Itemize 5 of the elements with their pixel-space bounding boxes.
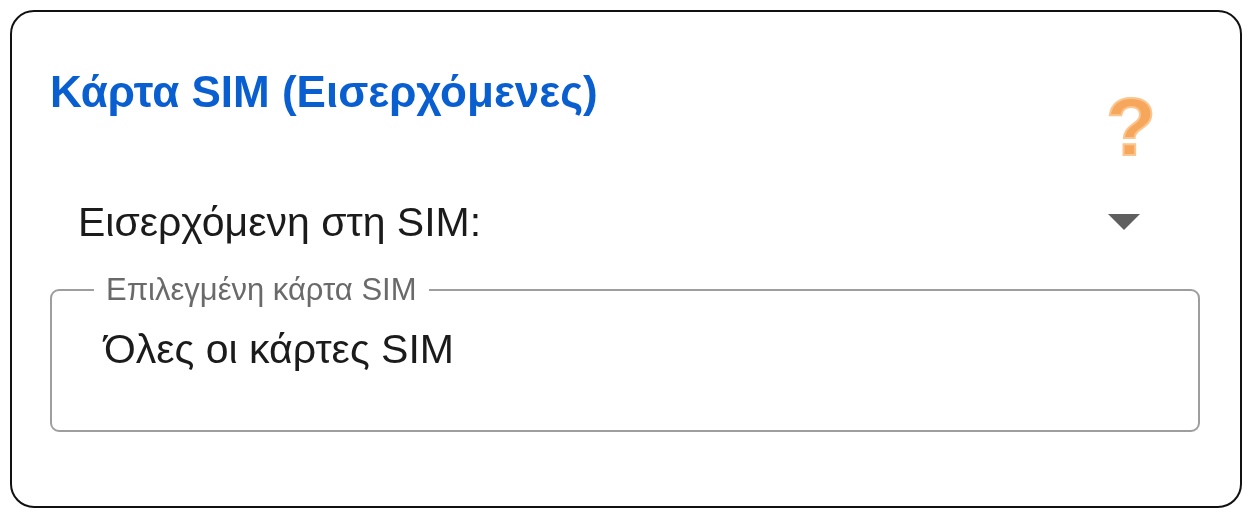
sim-dropdown[interactable]: Εισερχόμενη στη SIM: <box>78 182 1140 262</box>
card-title: Κάρτα SIM (Εισερχόμενες) <box>50 66 598 118</box>
field-label: Επιλεγμένη κάρτα SIM <box>105 272 418 308</box>
field-value: Όλες οι κάρτες SIM <box>104 326 454 373</box>
caret-icon <box>1108 214 1140 230</box>
